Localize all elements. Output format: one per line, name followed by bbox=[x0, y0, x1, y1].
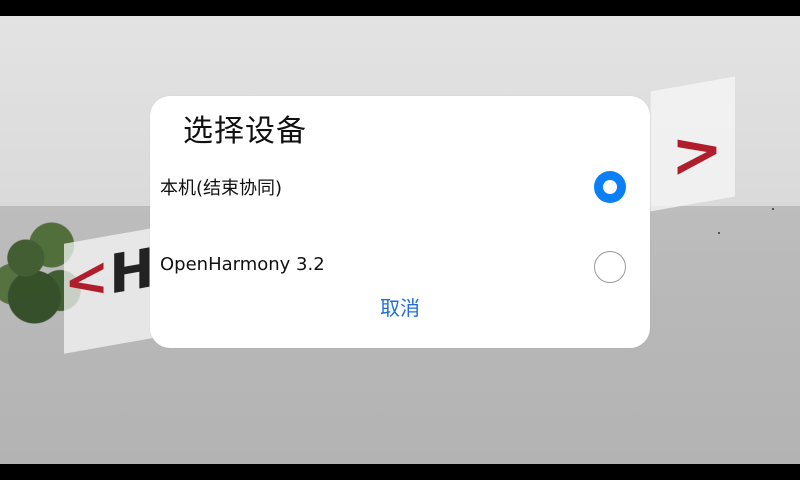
background-dot bbox=[772, 208, 774, 210]
option-local-device[interactable]: 本机(结束协同) bbox=[150, 171, 650, 234]
option-local-device-label: 本机(结束协同) bbox=[160, 178, 283, 199]
screen: <H > 选择设备 本机(结束协同) OpenHarmony 3.2 取消 bbox=[0, 16, 800, 464]
radio-unselected-icon[interactable] bbox=[594, 251, 626, 283]
sign-left-letter: H bbox=[109, 235, 155, 307]
option-openharmony-device-label: OpenHarmony 3.2 bbox=[160, 254, 325, 275]
dialog-title: 选择设备 bbox=[183, 114, 307, 149]
cancel-button[interactable]: 取消 bbox=[150, 292, 650, 321]
sign-left-bracket: < bbox=[64, 243, 110, 315]
radio-selected-icon[interactable] bbox=[594, 171, 626, 203]
sign-right-chevron: > bbox=[671, 110, 723, 193]
select-device-dialog: 选择设备 本机(结束协同) OpenHarmony 3.2 取消 bbox=[150, 96, 650, 348]
background-dot bbox=[718, 232, 720, 234]
sign-left-text: <H bbox=[64, 236, 154, 315]
building-sign-right: > bbox=[650, 76, 735, 212]
